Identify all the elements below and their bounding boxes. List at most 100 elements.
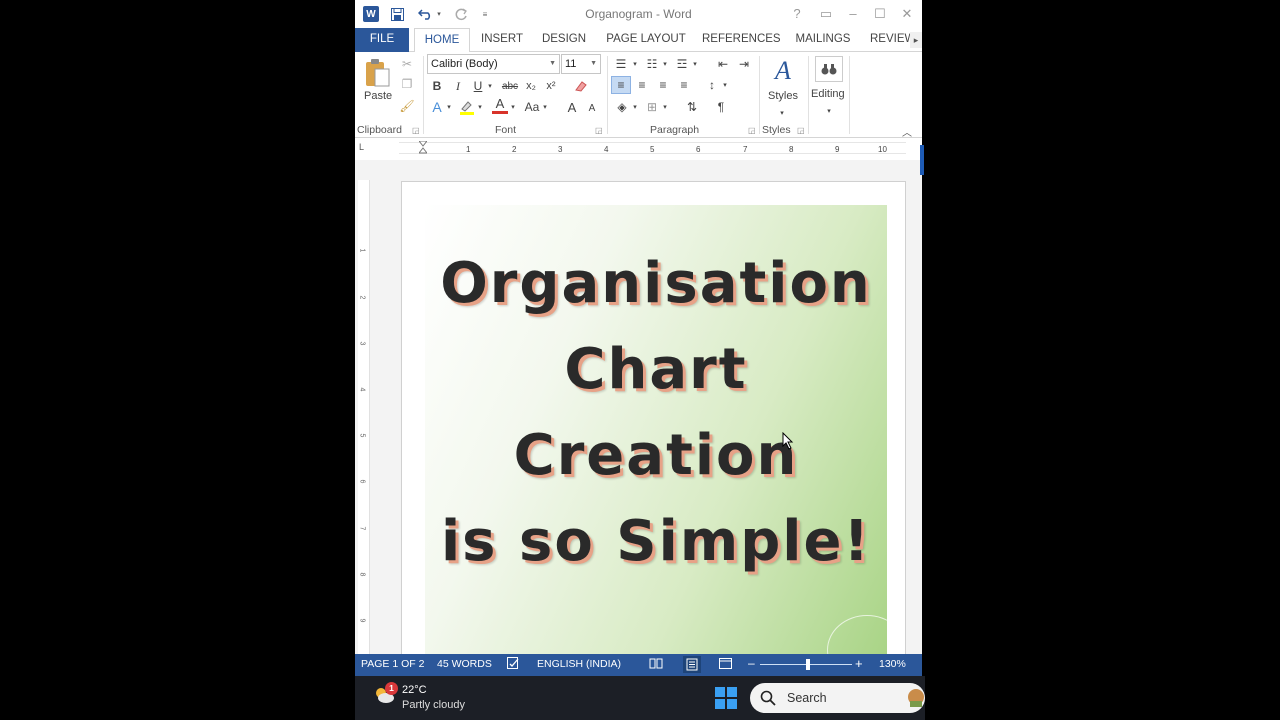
editing-dropdown-icon[interactable]: ▾ <box>824 102 834 120</box>
numbering-icon[interactable]: ☷ <box>643 55 661 73</box>
multilevel-list-icon[interactable]: ☲ <box>673 55 691 73</box>
ribbon-tabs: FILE HOME INSERT DESIGN PAGE LAYOUT REFE… <box>355 28 922 53</box>
styles-icon[interactable]: A <box>768 54 798 88</box>
underline-dropdown-icon[interactable]: ▾ <box>486 77 494 95</box>
borders-dropdown-icon[interactable]: ▾ <box>661 98 669 116</box>
increase-indent-icon[interactable]: ⇥ <box>735 55 753 73</box>
collapse-ribbon-icon[interactable]: ︿ <box>902 124 912 139</box>
mouse-cursor-icon <box>782 432 794 450</box>
read-mode-icon[interactable] <box>649 657 663 673</box>
editing-button[interactable]: Editing <box>811 88 845 100</box>
highlight-dropdown-icon[interactable]: ▾ <box>476 98 484 116</box>
paste-button[interactable]: Paste <box>364 90 392 102</box>
font-color-icon[interactable]: A <box>492 96 508 114</box>
borders-icon[interactable]: ⊞ <box>643 98 661 116</box>
tab-page-layout[interactable]: PAGE LAYOUT <box>605 28 687 52</box>
shading-dropdown-icon[interactable]: ▾ <box>631 98 639 116</box>
vertical-ruler[interactable]: 1 2 3 4 5 6 7 8 9 <box>358 180 370 654</box>
bold-button[interactable]: B <box>430 77 444 95</box>
help-icon[interactable]: ? <box>788 6 806 21</box>
clipboard-launcher-icon[interactable]: ◲ <box>412 126 420 135</box>
line-spacing-icon[interactable]: ↕ <box>703 76 721 94</box>
tab-scroll-right-icon[interactable]: ▸ <box>910 32 922 48</box>
paragraph-launcher-icon[interactable]: ◲ <box>748 126 756 135</box>
align-left-icon[interactable]: ≡ <box>611 76 631 94</box>
weather-temperature[interactable]: 22°C <box>402 684 427 696</box>
italic-button[interactable]: I <box>451 77 465 95</box>
weather-condition[interactable]: Partly cloudy <box>402 699 465 711</box>
justify-icon[interactable]: ≡ <box>674 76 694 94</box>
zoom-in-button[interactable]: + <box>855 656 863 671</box>
styles-launcher-icon[interactable]: ◲ <box>797 126 805 135</box>
language-indicator[interactable]: ENGLISH (INDIA) <box>537 658 621 670</box>
font-launcher-icon[interactable]: ◲ <box>595 126 603 135</box>
document-area[interactable]: 1 2 3 4 5 6 7 8 9 Organisation Chart Cre… <box>355 160 922 655</box>
word-count[interactable]: 45 WORDS <box>437 658 492 670</box>
tab-insert[interactable]: INSERT <box>477 28 527 52</box>
document-page[interactable]: Organisation Chart Creation is so Simple… <box>401 181 906 655</box>
tab-design[interactable]: DESIGN <box>538 28 590 52</box>
change-case-button[interactable]: Aa <box>523 98 541 116</box>
print-layout-icon[interactable] <box>683 656 701 673</box>
ribbon-display-options-icon[interactable]: ▭ <box>817 6 835 22</box>
tab-file[interactable]: FILE <box>355 28 409 52</box>
line-spacing-dropdown-icon[interactable]: ▾ <box>721 76 729 94</box>
windows-start-icon[interactable] <box>715 687 737 709</box>
shading-icon[interactable]: ◈ <box>613 98 631 116</box>
web-layout-icon[interactable] <box>719 657 733 673</box>
superscript-button[interactable]: x² <box>543 77 559 95</box>
zoom-out-button[interactable]: – <box>748 656 755 670</box>
show-formatting-button[interactable]: ¶ <box>713 98 729 116</box>
format-painter-icon[interactable]: 🖌 <box>399 97 414 115</box>
numbering-dropdown-icon[interactable]: ▾ <box>661 55 669 73</box>
search-highlight-icon[interactable] <box>907 688 925 708</box>
page-count[interactable]: PAGE 1 OF 2 <box>361 658 424 670</box>
align-center-icon[interactable]: ≡ <box>632 76 652 94</box>
ruler-number: 6 <box>358 479 366 484</box>
zoom-level[interactable]: 130% <box>879 658 906 670</box>
font-name-combobox[interactable]: Calibri (Body) ▼ <box>427 54 560 74</box>
minimize-icon[interactable]: – <box>844 6 862 21</box>
strikethrough-button[interactable]: abc <box>500 77 520 95</box>
subscript-button[interactable]: x₂ <box>523 77 539 95</box>
font-size-combobox[interactable]: 11 ▼ <box>561 54 601 74</box>
multilevel-dropdown-icon[interactable]: ▾ <box>691 55 699 73</box>
tab-references[interactable]: REFERENCES <box>702 28 781 52</box>
bullets-icon[interactable]: ☰ <box>612 55 630 73</box>
sort-icon[interactable]: ⇅ <box>683 98 701 116</box>
cut-icon[interactable]: ✂ <box>400 55 414 73</box>
taskbar-search-box[interactable]: Search <box>750 683 925 713</box>
indent-marker-icon[interactable] <box>417 140 429 157</box>
copy-icon[interactable]: ❐ <box>400 75 414 93</box>
proofing-icon[interactable] <box>507 657 520 673</box>
text-effects-icon[interactable]: A <box>429 98 445 116</box>
ruler-number: 7 <box>743 145 748 154</box>
chevron-down-icon: ▼ <box>549 60 556 67</box>
decrease-indent-icon[interactable]: ⇤ <box>714 55 732 73</box>
tab-review[interactable]: REVIEW <box>870 28 914 52</box>
align-right-icon[interactable]: ≡ <box>653 76 673 94</box>
cover-image[interactable]: Organisation Chart Creation is so Simple… <box>425 205 887 655</box>
styles-dropdown-icon[interactable]: ▾ <box>777 104 787 122</box>
paste-icon[interactable] <box>365 58 391 88</box>
font-color-dropdown-icon[interactable]: ▾ <box>509 98 517 116</box>
zoom-slider-thumb[interactable] <box>806 659 810 670</box>
underline-button[interactable]: U <box>471 77 485 95</box>
highlight-color-icon[interactable] <box>459 98 475 116</box>
find-binoculars-icon[interactable] <box>815 56 843 82</box>
styles-button[interactable]: Styles <box>768 90 798 102</box>
bullets-dropdown-icon[interactable]: ▾ <box>631 55 639 73</box>
clipboard-group-label: Clipboard <box>357 124 402 136</box>
close-icon[interactable]: ✕ <box>898 6 916 22</box>
tab-home[interactable]: HOME <box>414 28 470 53</box>
shrink-font-button[interactable]: A <box>585 99 599 117</box>
text-effects-dropdown-icon[interactable]: ▾ <box>445 98 453 116</box>
tab-stop-selector[interactable]: L <box>359 142 364 152</box>
clear-formatting-icon[interactable] <box>573 77 589 95</box>
grow-font-button[interactable]: A <box>565 98 579 116</box>
tab-mailings[interactable]: MAILINGS <box>792 28 854 52</box>
horizontal-ruler[interactable]: 1 2 3 4 5 6 7 8 9 10 <box>399 140 906 157</box>
chevron-down-icon: ▼ <box>590 60 597 67</box>
change-case-dropdown-icon[interactable]: ▾ <box>541 98 549 116</box>
maximize-icon[interactable]: ☐ <box>871 6 889 22</box>
